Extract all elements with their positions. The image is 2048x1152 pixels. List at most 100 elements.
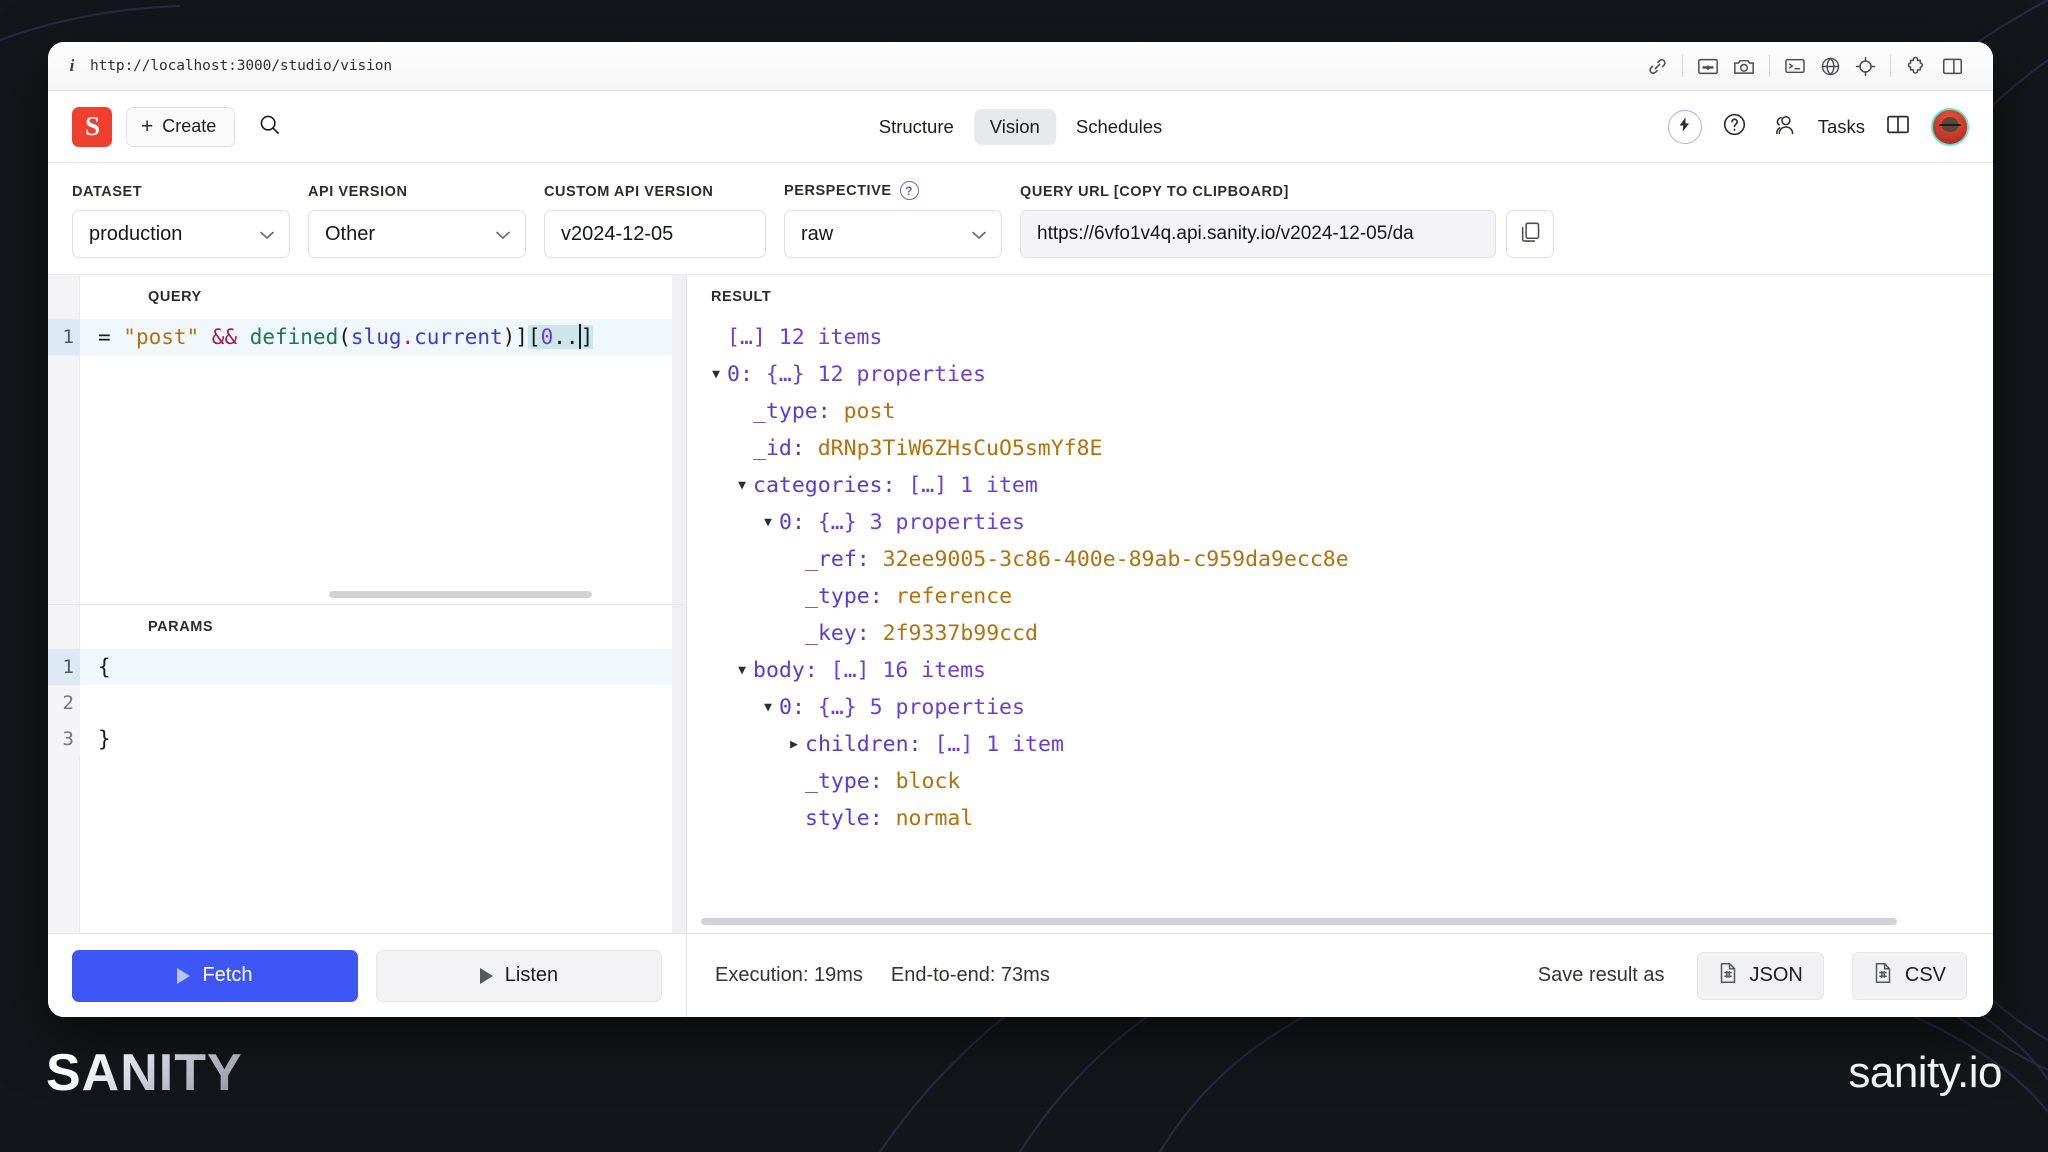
camera-icon[interactable] [1733,57,1755,76]
params-code-line: 1 { [48,649,686,685]
perspective-label: PERSPECTIVE ? [784,181,1002,200]
custom-api-version-field: CUSTOM API VERSION v2024-12-05 [544,184,766,258]
terminal-icon[interactable] [1784,57,1806,75]
query-vertical-scroll-strip[interactable] [672,275,686,604]
result-row[interactable]: ▼ categories: […] 1 item [705,467,1993,504]
result-scroll-thumb[interactable] [701,918,1897,925]
help-button[interactable] [1718,110,1752,144]
params-code-text: } [98,727,111,751]
result-row-content: categories: […] 1 item [753,467,1038,504]
collapse-arrow-icon[interactable]: ▼ [731,467,753,504]
result-row[interactable]: style: normal [705,800,1993,837]
brand-strip: SANITY sanity.io [0,1017,2048,1152]
right-pane: RESULT […] 12 items ▼ 0: {…} 12 properties… [687,275,1993,933]
image-capture-icon[interactable] [1697,57,1719,76]
collapse-arrow-icon[interactable]: ▼ [757,504,779,541]
search-button[interactable] [249,107,289,147]
result-horizontal-scrollbar[interactable] [701,918,1897,925]
collapse-arrow-icon[interactable]: ▼ [757,689,779,726]
save-csv-button[interactable]: CSV [1851,951,1967,1000]
create-button[interactable]: + Create [126,106,236,147]
params-code-line: 3 } [48,721,686,757]
perspective-select[interactable]: raw [784,210,1002,258]
avatar[interactable] [1931,107,1969,146]
chevron-down-icon [971,223,987,246]
tab-vision[interactable]: Vision [973,108,1056,145]
search-icon [258,113,281,141]
copy-to-clipboard-button[interactable] [1506,210,1554,258]
listen-button[interactable]: Listen [375,949,662,1002]
result-row[interactable]: ▼ 0: {…} 12 properties [705,356,1993,393]
result-row[interactable]: _type: post [705,393,1993,430]
query-scroll-thumb[interactable] [329,591,592,598]
result-row[interactable]: _id: dRNp3TiW6ZHsCuO5smYf8E [705,430,1993,467]
result-row[interactable]: […] 12 items [705,319,1993,356]
collapse-arrow-icon[interactable]: ▼ [705,356,727,393]
globe-icon[interactable] [1820,56,1841,77]
listen-button-label: Listen [504,964,559,986]
link-icon[interactable] [1647,56,1668,77]
tab-schedules[interactable]: Schedules [1060,109,1178,145]
help-circle-icon[interactable]: ? [899,181,919,200]
result-meta: {…} 12 properties [765,362,986,387]
result-row[interactable]: _key: 2f9337b99ccd [705,615,1993,652]
address-bar-url[interactable]: http://localhost:3000/studio/vision [90,58,392,74]
api-version-field: API VERSION Other [308,184,526,258]
result-tree[interactable]: […] 12 items ▼ 0: {…} 12 properties _type: … [705,319,1993,933]
query-url-row: https://6vfo1v4q.api.sanity.io/v2024-12-… [1020,210,1554,258]
result-row[interactable]: _type: block [705,763,1993,800]
query-code-line: 1 = "post" && defined(slug.current)][0..… [48,319,686,355]
lightning-button[interactable] [1667,109,1702,144]
expand-arrow-icon[interactable]: ▶ [783,726,805,763]
collapse-arrow-icon[interactable]: ▼ [731,652,753,689]
result-row-content: 0: {…} 12 properties [727,356,986,393]
execution-time: Execution: 19ms [715,964,863,986]
result-key: 0: [779,510,818,535]
dataset-value: production [89,222,183,245]
left-pane: QUERY 1 = "post" && defined(slug.current… [48,275,687,933]
result-row[interactable]: _type: reference [705,578,1993,615]
result-row[interactable]: ▼ body: […] 16 items [705,652,1993,689]
api-version-select[interactable]: Other [308,210,526,258]
sidebar-panel-icon[interactable] [1942,57,1963,76]
fetch-button[interactable]: Fetch [72,949,358,1002]
chevron-down-icon [495,223,511,246]
sanity-wordmark: SANITY [46,1043,243,1102]
screen-root: i http://localhost:3000/studio/vision S … [0,0,2048,1152]
target-icon[interactable] [1855,56,1876,77]
result-key: _type: [805,769,896,794]
params-line-number: 3 [48,721,80,757]
custom-api-version-input[interactable]: v2024-12-05 [544,210,766,258]
result-row[interactable]: ▼ 0: {…} 3 properties [705,504,1993,541]
tab-structure[interactable]: Structure [863,109,970,145]
result-meta: […] 1 item [908,473,1038,498]
footer-left: Fetch Listen [48,934,687,1017]
result-row[interactable]: _ref: 32ee9005-3c86-400e-89ab-c959da9ecc… [705,541,1993,578]
perspective-value: raw [801,222,834,245]
users-button[interactable] [1768,110,1802,144]
result-value: block [895,769,961,794]
query-url-input[interactable]: https://6vfo1v4q.api.sanity.io/v2024-12-… [1020,210,1496,258]
query-horizontal-scrollbar[interactable] [148,591,652,598]
api-version-value: Other [325,222,376,245]
sanity-logo[interactable]: S [72,106,112,147]
result-value: post [843,399,896,424]
params-vertical-scroll-strip[interactable] [672,605,686,933]
vision-options-bar: DATASET production API VERSION Other CUS… [48,163,1993,275]
query-editor[interactable]: QUERY 1 = "post" && defined(slug.current… [48,275,686,605]
toolbar-group-link [1633,56,1682,77]
result-panel: RESULT […] 12 items ▼ 0: {…} 12 properties… [687,275,1993,933]
dataset-select[interactable]: production [72,210,290,258]
result-row-content: style: normal [805,800,973,837]
sidebar-toggle-button[interactable] [1881,110,1915,144]
query-code-area: 1 = "post" && defined(slug.current)][0..… [48,319,686,604]
lightning-icon [1676,116,1693,138]
result-row-content: _type: post [753,393,895,430]
tasks-button[interactable]: Tasks [1818,116,1865,138]
file-grid-icon [1718,962,1738,990]
params-editor[interactable]: PARAMS 1 { 2 3 } [48,605,686,933]
puzzle-icon[interactable] [1905,56,1928,76]
result-row[interactable]: ▼ 0: {…} 5 properties [705,689,1993,726]
result-row[interactable]: ▶ children: […] 1 item [705,726,1993,763]
save-json-button[interactable]: JSON [1696,951,1824,1000]
